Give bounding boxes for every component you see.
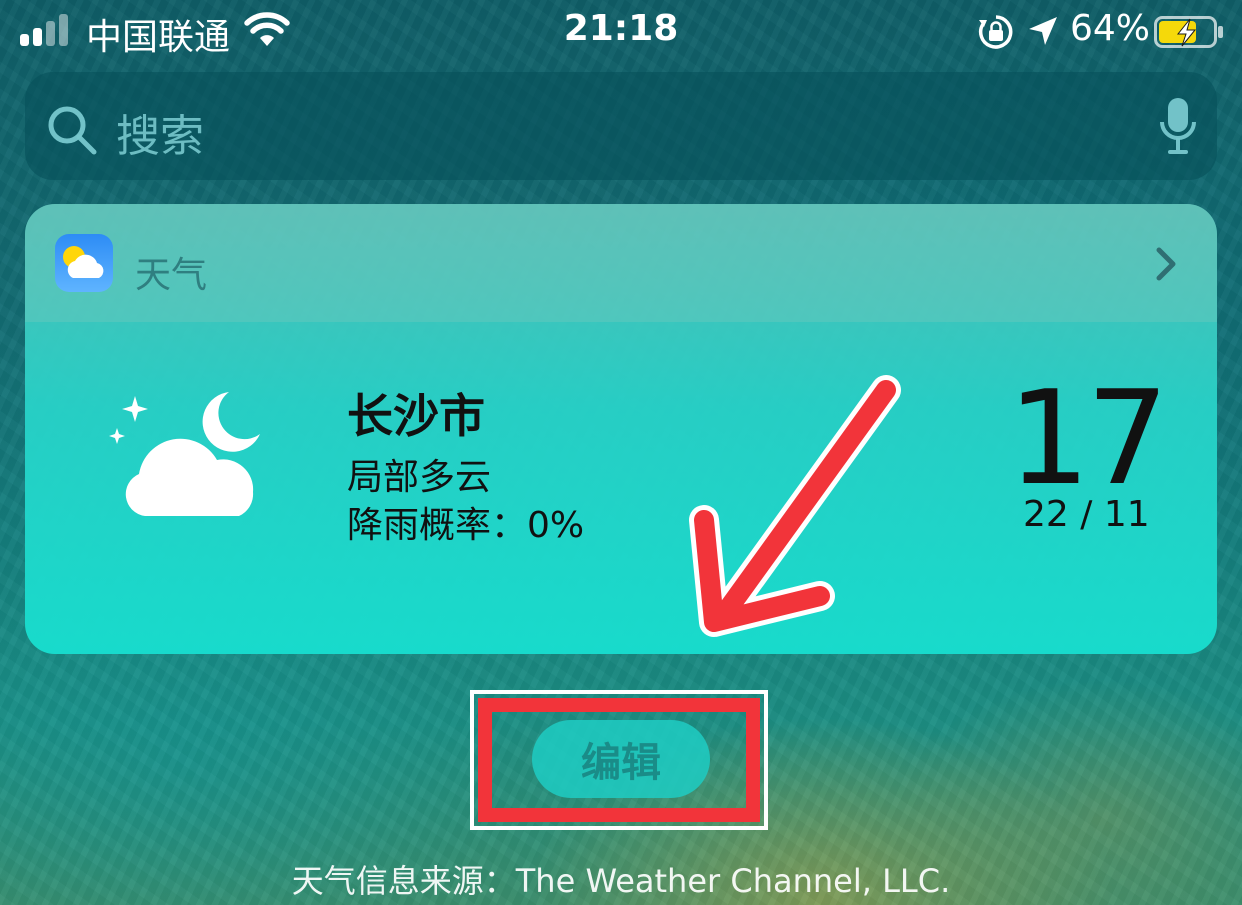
search-input[interactable]: 搜索 [116,100,204,164]
weather-source-footer: 天气信息来源：The Weather Channel, LLC. [291,862,951,900]
partly-cloudy-night-icon [109,392,260,516]
status-bar: 中国联通 21:18 64% [0,0,1242,64]
widget-header[interactable]: 天气 [25,204,1217,322]
battery-charging-icon [1154,16,1223,48]
widget-title: 天气 [135,255,208,296]
battery-percentage: 64% [1070,8,1151,49]
current-temperature: 17 [1007,362,1169,514]
red-arrow-annotation [689,375,901,637]
location-icon [1029,17,1057,45]
rotation-lock-icon [978,15,1013,49]
search-icon [48,106,97,155]
city-name: 长沙市 [347,389,485,443]
rain-chance: 降雨概率：0% [347,505,585,546]
chevron-right-icon[interactable] [1153,244,1179,284]
edit-button[interactable]: 编辑 [532,720,710,798]
weather-condition: 局部多云 [347,457,492,498]
weather-widget[interactable]: 天气 长沙市 局部多云 降雨概率：0% 17 22 / 11 [25,204,1217,654]
weather-app-icon [55,234,113,292]
microphone-icon[interactable] [1158,96,1198,156]
high-low-temperature: 22 / 11 [1023,494,1150,535]
